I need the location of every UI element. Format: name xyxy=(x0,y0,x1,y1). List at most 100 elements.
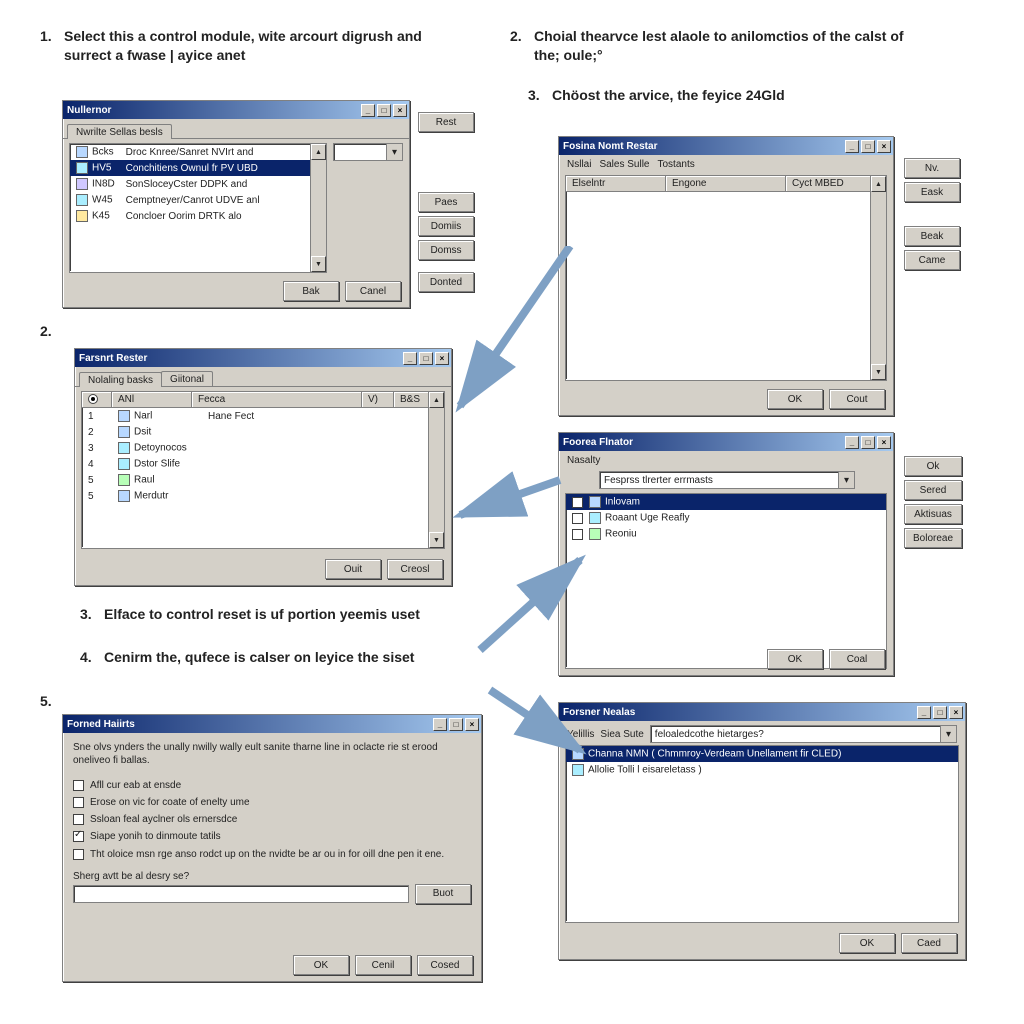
min-icon[interactable]: _ xyxy=(361,104,375,117)
list-item[interactable]: 5Merdutr xyxy=(82,488,444,504)
checkbox-row[interactable]: Siape yonih to dinmoute tatils xyxy=(73,828,471,845)
cancel-button[interactable]: Cenil xyxy=(355,955,411,975)
min-icon[interactable]: _ xyxy=(845,436,859,449)
sered-button[interactable]: Sered xyxy=(904,480,962,500)
nx-button[interactable]: Nv. xyxy=(904,158,960,178)
list-header: Elselntr Engone Cyct MBED xyxy=(566,176,886,192)
chevron-down-icon: ▾ xyxy=(838,472,854,488)
checkbox[interactable] xyxy=(572,513,583,524)
tab-1[interactable]: Nolaling basks xyxy=(79,372,162,387)
ok-side-button[interactable]: Ok xyxy=(904,456,962,476)
tab-2[interactable]: Giitonal xyxy=(161,371,213,386)
answer-input[interactable] xyxy=(73,885,409,903)
min-icon[interactable]: _ xyxy=(917,706,931,719)
min-icon[interactable]: _ xyxy=(433,718,447,731)
close-icon[interactable]: × xyxy=(949,706,963,719)
list-item[interactable]: W45Cemptneyer/Canrot UDVE anl xyxy=(70,192,326,208)
max-icon[interactable]: □ xyxy=(933,706,947,719)
domis2-button[interactable]: Domss xyxy=(418,240,474,260)
max-icon[interactable]: □ xyxy=(449,718,463,731)
back-button[interactable]: Bak xyxy=(283,281,339,301)
close-icon[interactable]: × xyxy=(877,140,891,153)
ok-button[interactable]: OK xyxy=(767,389,823,409)
scrollbar[interactable]: ▲▼ xyxy=(870,176,886,380)
bak-button[interactable]: Beak xyxy=(904,226,960,246)
checkbox-row[interactable]: Erose on vic for coate of enelty ume xyxy=(73,794,471,811)
scroll-up-icon[interactable]: ▲ xyxy=(871,176,886,192)
list-item[interactable]: Roaant Uge Reafly xyxy=(566,510,886,526)
scrollbar[interactable]: ▲ ▼ xyxy=(428,392,444,548)
list-item[interactable]: Reoniu xyxy=(566,526,886,542)
list-item[interactable]: 1NarlHane Fect xyxy=(82,408,444,424)
ok-button[interactable]: OK xyxy=(767,649,823,669)
list-item[interactable]: Allolie Tolli l eisareletass ) xyxy=(566,762,958,778)
botored-button[interactable]: Boloreae xyxy=(904,528,962,548)
reset-button[interactable]: Rest xyxy=(418,112,474,132)
cancel-button[interactable]: Coal xyxy=(829,649,885,669)
max-icon[interactable]: □ xyxy=(419,352,433,365)
tab-bar: Nwrilte Sellas besls xyxy=(63,119,409,139)
checkbox[interactable] xyxy=(73,831,84,842)
desc-text: Sne olvs ynders the unally nwilly wally … xyxy=(63,733,481,775)
scroll-up-icon[interactable]: ▲ xyxy=(429,392,444,408)
min-icon[interactable]: _ xyxy=(845,140,859,153)
max-icon[interactable]: □ xyxy=(377,104,391,117)
checkbox-row[interactable]: Tht oloice msn rge anso rodct up on the … xyxy=(73,846,471,863)
list-item[interactable]: K45Concloer Oorim DRTK alo xyxy=(70,208,326,224)
filter-dropdown[interactable]: ▾ xyxy=(333,143,403,161)
step-text: Chöost the arvice, the feyice 24Gld xyxy=(552,86,785,105)
step-num: 5. xyxy=(40,692,54,711)
checkbox[interactable] xyxy=(73,797,84,808)
domis-button[interactable]: Domiis xyxy=(418,216,474,236)
scroll-up-icon[interactable]: ▲ xyxy=(311,144,326,160)
preset-dropdown[interactable]: Fesprss tlrerter errmasts▾ xyxy=(599,471,855,489)
checkbox[interactable] xyxy=(73,849,84,860)
list-item[interactable]: 4Dstor Slife xyxy=(82,456,444,472)
tab-main[interactable]: Nwrilte Sellas besls xyxy=(67,124,172,139)
close-button[interactable]: Cosed xyxy=(417,955,473,975)
checkbox[interactable] xyxy=(73,814,84,825)
list-item[interactable]: 3Detoynocos xyxy=(82,440,444,456)
scroll-down-icon[interactable]: ▼ xyxy=(311,256,326,272)
checkbox-row[interactable]: Ssloan feal ayclner ols ernersdce xyxy=(73,811,471,828)
module-icon xyxy=(76,194,88,206)
list-item[interactable]: BcksDroc Knree/Sanret NVIrt and xyxy=(70,144,326,160)
max-icon[interactable]: □ xyxy=(861,140,875,153)
scroll-down-icon[interactable]: ▼ xyxy=(429,532,444,548)
list-item[interactable]: Channa NMN ( Chmmroy-Verdeam Unellament … xyxy=(566,746,958,762)
cancel-button[interactable]: Creosl xyxy=(387,559,443,579)
close-icon[interactable]: × xyxy=(393,104,407,117)
title-text: Fosina Nomt Restar xyxy=(563,141,657,152)
eak-button[interactable]: Eask xyxy=(904,182,960,202)
ok-button[interactable]: OK xyxy=(839,933,895,953)
list-item[interactable]: HV5Conchitiens Ownul fr PV UBD xyxy=(70,160,326,176)
paes-button[interactable]: Paes xyxy=(418,192,474,212)
max-icon[interactable]: □ xyxy=(861,436,875,449)
cancel-button[interactable]: Cout xyxy=(829,389,885,409)
list-item[interactable]: IN8DSonSloceyCster DDPK and xyxy=(70,176,326,192)
cancel-button[interactable]: Caed xyxy=(901,933,957,953)
scrollbar[interactable]: ▲ ▼ xyxy=(310,144,326,272)
close-icon[interactable]: × xyxy=(877,436,891,449)
target-dropdown[interactable]: feloaledcothe hietarges?▾ xyxy=(650,725,957,743)
checkbox[interactable] xyxy=(73,780,84,791)
list-item[interactable]: 2Dsit xyxy=(82,424,444,440)
list-item[interactable]: 5Raul xyxy=(82,472,444,488)
out-button[interactable]: Ouit xyxy=(325,559,381,579)
ok-button[interactable]: OK xyxy=(293,955,349,975)
came-button[interactable]: Came xyxy=(904,250,960,270)
close-icon[interactable]: × xyxy=(435,352,449,365)
radio-all[interactable] xyxy=(88,394,98,404)
cancel-button[interactable]: Canel xyxy=(345,281,401,301)
checkbox[interactable] xyxy=(572,529,583,540)
checkbox-row[interactable]: Afll cur eab at ensde xyxy=(73,777,471,794)
donted-button[interactable]: Donted xyxy=(418,272,474,292)
ahtas-button[interactable]: Aktisuas xyxy=(904,504,962,524)
close-icon[interactable]: × xyxy=(465,718,479,731)
min-icon[interactable]: _ xyxy=(403,352,417,365)
scroll-down-icon[interactable]: ▼ xyxy=(871,364,886,380)
set-button[interactable]: Buot xyxy=(415,884,471,904)
step-4: 4. Cenirm the, qufece is calser on leyic… xyxy=(80,648,470,667)
list-item[interactable]: Inlovam xyxy=(566,494,886,510)
checkbox[interactable] xyxy=(572,497,583,508)
